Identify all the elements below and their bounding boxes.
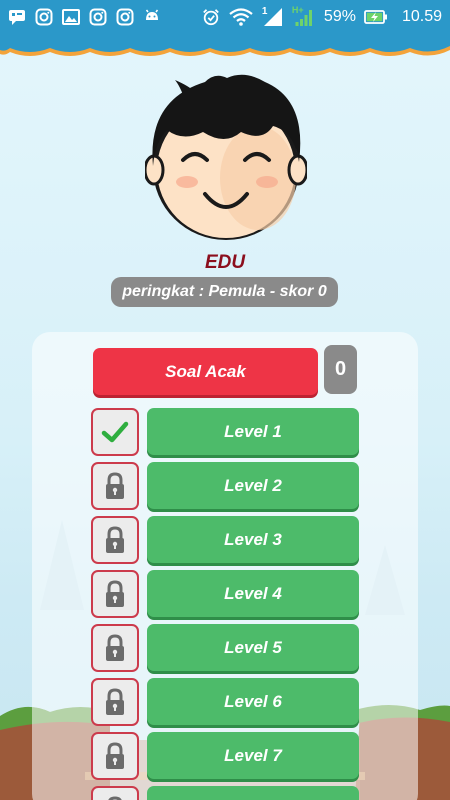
check-icon xyxy=(101,420,129,444)
level-button-1[interactable]: Level 1 xyxy=(147,408,359,455)
level-button-6[interactable]: Level 6 xyxy=(147,678,359,725)
instagram-icon xyxy=(116,8,134,26)
random-quiz-button[interactable]: Soal Acak xyxy=(93,348,318,395)
alarm-icon xyxy=(202,8,220,26)
level-status-box xyxy=(91,678,139,726)
lock-icon xyxy=(104,580,126,608)
wifi-icon xyxy=(228,8,254,26)
header-wave-decoration xyxy=(0,34,450,56)
instagram-icon xyxy=(35,8,53,26)
lock-icon xyxy=(104,796,126,800)
signal-icon: 1 xyxy=(261,6,284,26)
level-row: Level 6 xyxy=(91,678,359,728)
lock-icon xyxy=(104,526,126,554)
level-panel xyxy=(32,332,418,800)
level-button-4[interactable]: Level 4 xyxy=(147,570,359,617)
lock-icon xyxy=(104,634,126,662)
lock-icon xyxy=(104,688,126,716)
battery-charging-icon xyxy=(364,8,388,26)
rank-score-badge: peringkat : Pemula - skor 0 xyxy=(111,277,338,307)
player-name: EDU xyxy=(204,252,246,273)
sim-slot-label: 1 xyxy=(261,6,268,17)
random-quiz-count: 0 xyxy=(324,345,357,394)
level-row: Level 4 xyxy=(91,570,359,620)
battery-percent: 59% xyxy=(323,8,356,25)
lock-icon xyxy=(104,742,126,770)
level-row: Level 3 xyxy=(91,516,359,566)
player-avatar xyxy=(145,74,307,240)
level-button-5[interactable]: Level 5 xyxy=(147,624,359,671)
mobile-data-signal-icon: H+ xyxy=(291,5,316,26)
lock-icon xyxy=(104,472,126,500)
instagram-icon xyxy=(89,8,107,26)
level-button-3[interactable]: Level 3 xyxy=(147,516,359,563)
level-status-box xyxy=(91,570,139,618)
android-status-bar: 1 H+ 59% 10.59 xyxy=(0,0,450,34)
level-status-box xyxy=(91,786,139,800)
level-row: Level 2 xyxy=(91,462,359,512)
level-button-2[interactable]: Level 2 xyxy=(147,462,359,509)
level-row: Level 5 xyxy=(91,624,359,674)
level-button-7[interactable]: Level 7 xyxy=(147,732,359,779)
image-icon xyxy=(62,8,80,26)
network-type-label: H+ xyxy=(291,5,304,15)
level-status-box xyxy=(91,516,139,564)
android-icon xyxy=(143,8,161,26)
chat-notification-icon xyxy=(8,8,26,26)
level-status-box xyxy=(91,462,139,510)
level-button-8[interactable] xyxy=(147,786,359,800)
level-row xyxy=(91,786,359,800)
level-status-box xyxy=(91,732,139,780)
level-status-box xyxy=(91,624,139,672)
level-status-box xyxy=(91,408,139,456)
level-row: Level 7 xyxy=(91,732,359,782)
level-row: Level 1 xyxy=(91,408,359,458)
clock-time: 10.59 xyxy=(401,8,442,25)
